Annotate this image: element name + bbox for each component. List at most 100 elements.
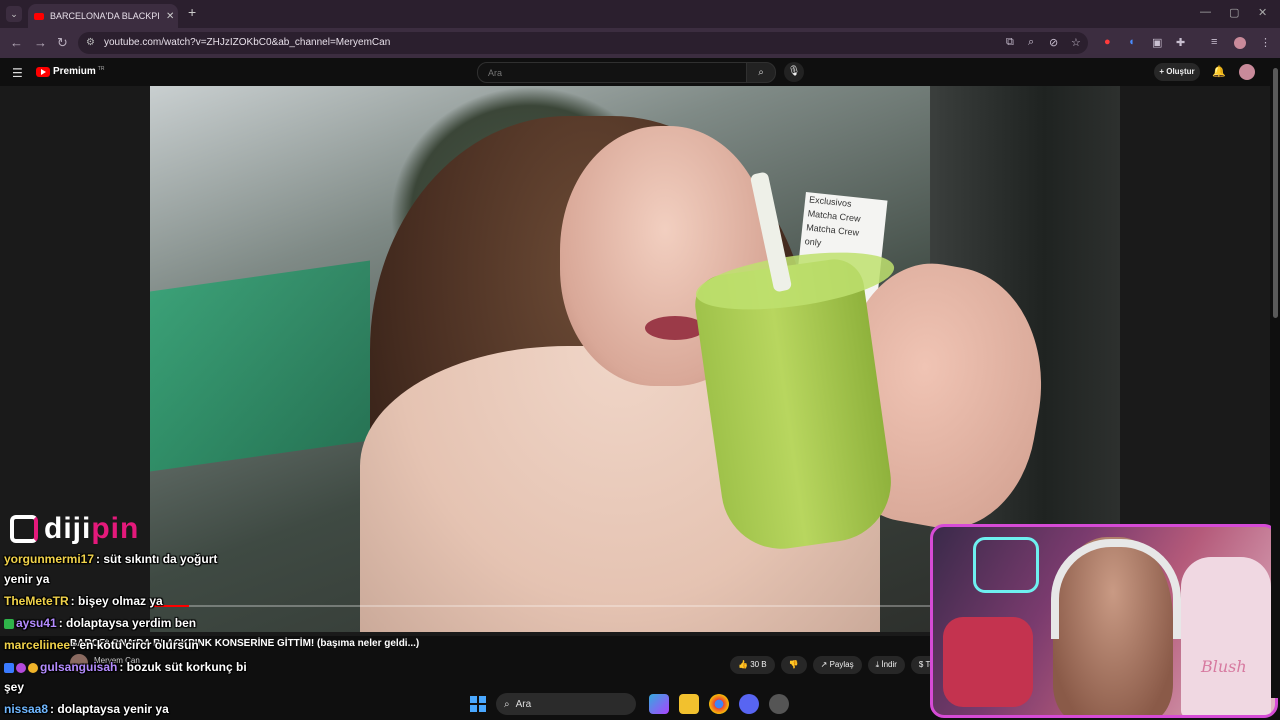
windows-taskbar: ⌕ Ara xyxy=(470,690,810,718)
like-count: 30 B xyxy=(750,660,767,669)
bits-badge-icon xyxy=(16,662,26,673)
youtube-header: ☰ Premium TR ⌕ 🎙 + Oluştur 🔔 xyxy=(0,58,1280,86)
brand-text-b: pin xyxy=(91,512,140,545)
microphone-icon: 🎙 xyxy=(787,66,801,77)
account-avatar[interactable] xyxy=(1239,64,1255,80)
logo-region: TR xyxy=(97,65,105,72)
search-icon: ⌕ xyxy=(758,67,764,78)
facecam: Blush xyxy=(930,524,1278,718)
youtube-logo[interactable]: Premium TR xyxy=(36,66,104,77)
chat-text: : bişey olmaz ya xyxy=(70,594,163,608)
copilot-icon[interactable] xyxy=(649,694,669,714)
search-icon: ⌕ xyxy=(504,698,510,710)
extension-icon[interactable]: ▣ xyxy=(1152,36,1162,49)
chat-message: şey xyxy=(4,680,24,694)
scrollbar-thumb[interactable] xyxy=(1273,68,1278,318)
chat-message: TheMeteTR: bişey olmaz ya xyxy=(4,594,163,608)
chat-text: : en kötü circr olursun xyxy=(72,638,199,652)
reload-icon[interactable]: ↻ xyxy=(57,35,68,51)
menu-icon[interactable]: ☰ xyxy=(12,66,23,80)
video-progress-bar[interactable] xyxy=(150,605,930,607)
url-text: youtube.com/watch?v=ZHJzIZOKbC0&ab_chann… xyxy=(104,37,391,48)
youtube-play-icon xyxy=(36,66,50,77)
chair-text: Blush xyxy=(1201,657,1247,676)
back-icon[interactable]: ← xyxy=(10,35,23,50)
dislike-button[interactable]: 👎 xyxy=(780,656,807,674)
chat-text: : dolaptaysa yerdim ben xyxy=(58,616,197,630)
brand-text-a: diji xyxy=(44,512,92,545)
windows-start-icon[interactable] xyxy=(470,696,486,712)
like-button[interactable]: 👍 30 B xyxy=(730,656,775,674)
youtube-favicon-icon xyxy=(34,12,44,20)
zoom-icon[interactable]: ⌕ xyxy=(1028,36,1034,49)
install-icon[interactable]: ⧉ xyxy=(1006,36,1014,49)
notifications-bell-icon[interactable]: 🔔 xyxy=(1212,65,1226,78)
chat-user: nissaa8 xyxy=(4,702,49,716)
download-button[interactable]: ⤓ İndir xyxy=(867,656,905,674)
search-box[interactable] xyxy=(477,62,747,83)
chat-user: aysu41 xyxy=(16,616,57,630)
taskbar-search-label: Ara xyxy=(515,698,532,710)
browser-tab-strip: ⌄ BARCELONA'DA BLACKPINK KO ✕ + — ▢ ✕ xyxy=(0,0,1280,28)
create-button[interactable]: + Oluştur xyxy=(1154,63,1200,81)
eye-off-icon[interactable]: ⊘ xyxy=(1049,36,1058,49)
minimize-icon[interactable]: — xyxy=(1200,6,1211,18)
obs-icon[interactable] xyxy=(769,694,789,714)
browser-tab[interactable]: BARCELONA'DA BLACKPINK KO ✕ xyxy=(28,4,178,28)
chat-text: yenir ya xyxy=(4,572,50,586)
dijipin-logo: dijipin xyxy=(10,512,139,546)
download-label: İndir xyxy=(881,660,897,669)
voice-search-button[interactable]: 🎙 xyxy=(784,62,804,82)
headset xyxy=(1051,539,1181,639)
gift-badge-icon xyxy=(28,662,38,673)
close-tab-icon[interactable]: ✕ xyxy=(166,11,174,22)
search-input[interactable] xyxy=(486,67,730,79)
chat-user: marceliinee xyxy=(4,638,71,652)
browser-toolbar: ← → ↻ ⚙ youtube.com/watch?v=ZHJzIZOKbC0&… xyxy=(0,28,1280,58)
dijipin-mark-icon xyxy=(10,515,38,543)
share-label: Paylaş xyxy=(829,660,854,669)
person-lips xyxy=(645,316,705,340)
forward-icon[interactable]: → xyxy=(34,35,47,50)
restore-icon[interactable]: ▢ xyxy=(1229,6,1239,19)
plush-toy xyxy=(943,617,1033,707)
tab-search-button[interactable]: ⌄ xyxy=(6,6,22,22)
extension-audio-icon[interactable]: ◖ xyxy=(1128,36,1135,48)
share-button[interactable]: ↗ Paylaş xyxy=(812,656,862,674)
file-explorer-icon[interactable] xyxy=(679,694,699,714)
green-sign-scene xyxy=(150,260,370,472)
logo-text: Premium xyxy=(53,66,96,77)
extensions-puzzle-icon[interactable]: ✚ xyxy=(1176,36,1185,49)
discord-icon[interactable] xyxy=(739,694,759,714)
tab-title: BARCELONA'DA BLACKPINK KO xyxy=(50,11,160,21)
chat-text: : dolaptaysa yenir ya xyxy=(50,702,169,716)
window-close-icon[interactable]: ✕ xyxy=(1258,6,1267,19)
taskbar-search[interactable]: ⌕ Ara xyxy=(496,693,636,715)
profile-avatar[interactable] xyxy=(1234,37,1246,49)
chat-message: marceliinee: en kötü circr olursun xyxy=(4,638,199,652)
neon-sign xyxy=(973,537,1039,593)
chrome-icon[interactable] xyxy=(709,694,729,714)
new-tab-button[interactable]: + xyxy=(188,4,196,20)
chat-message: nissaa8: dolaptaysa yenir ya xyxy=(4,702,169,716)
subscriber-badge-icon xyxy=(4,618,14,629)
chat-message: aysu41: dolaptaysa yerdim ben xyxy=(4,616,196,630)
prime-badge-icon xyxy=(4,662,14,673)
reading-list-icon[interactable]: ≡ xyxy=(1211,36,1217,48)
chat-message: yorgunmermi17: süt sıkıntı da yoğurt xyxy=(4,552,217,566)
bookmark-star-icon[interactable]: ☆ xyxy=(1071,36,1081,49)
chat-user: yorgunmermi17 xyxy=(4,552,95,566)
chat-text: şey xyxy=(4,680,25,694)
extension-record-icon[interactable]: ● xyxy=(1104,36,1111,48)
site-info-icon[interactable]: ⚙ xyxy=(86,37,95,48)
thumbs-down-icon: 👎 xyxy=(788,660,799,669)
chat-user: gulsanguisah xyxy=(40,660,118,674)
chat-message: gulsanguisah: bozuk süt korkunç bi xyxy=(4,660,247,674)
chrome-menu-icon[interactable]: ⋮ xyxy=(1260,36,1271,49)
address-bar[interactable]: ⚙ youtube.com/watch?v=ZHJzIZOKbC0&ab_cha… xyxy=(78,32,1088,54)
search-button[interactable]: ⌕ xyxy=(746,62,776,83)
chat-user: TheMeteTR xyxy=(4,594,69,608)
video-actions: 👍 30 B 👎 ↗ Paylaş ⤓ İndir $ Te xyxy=(730,656,942,674)
page-scrollbar[interactable] xyxy=(1271,58,1280,698)
chat-text: : bozuk süt korkunç bi xyxy=(119,660,247,674)
